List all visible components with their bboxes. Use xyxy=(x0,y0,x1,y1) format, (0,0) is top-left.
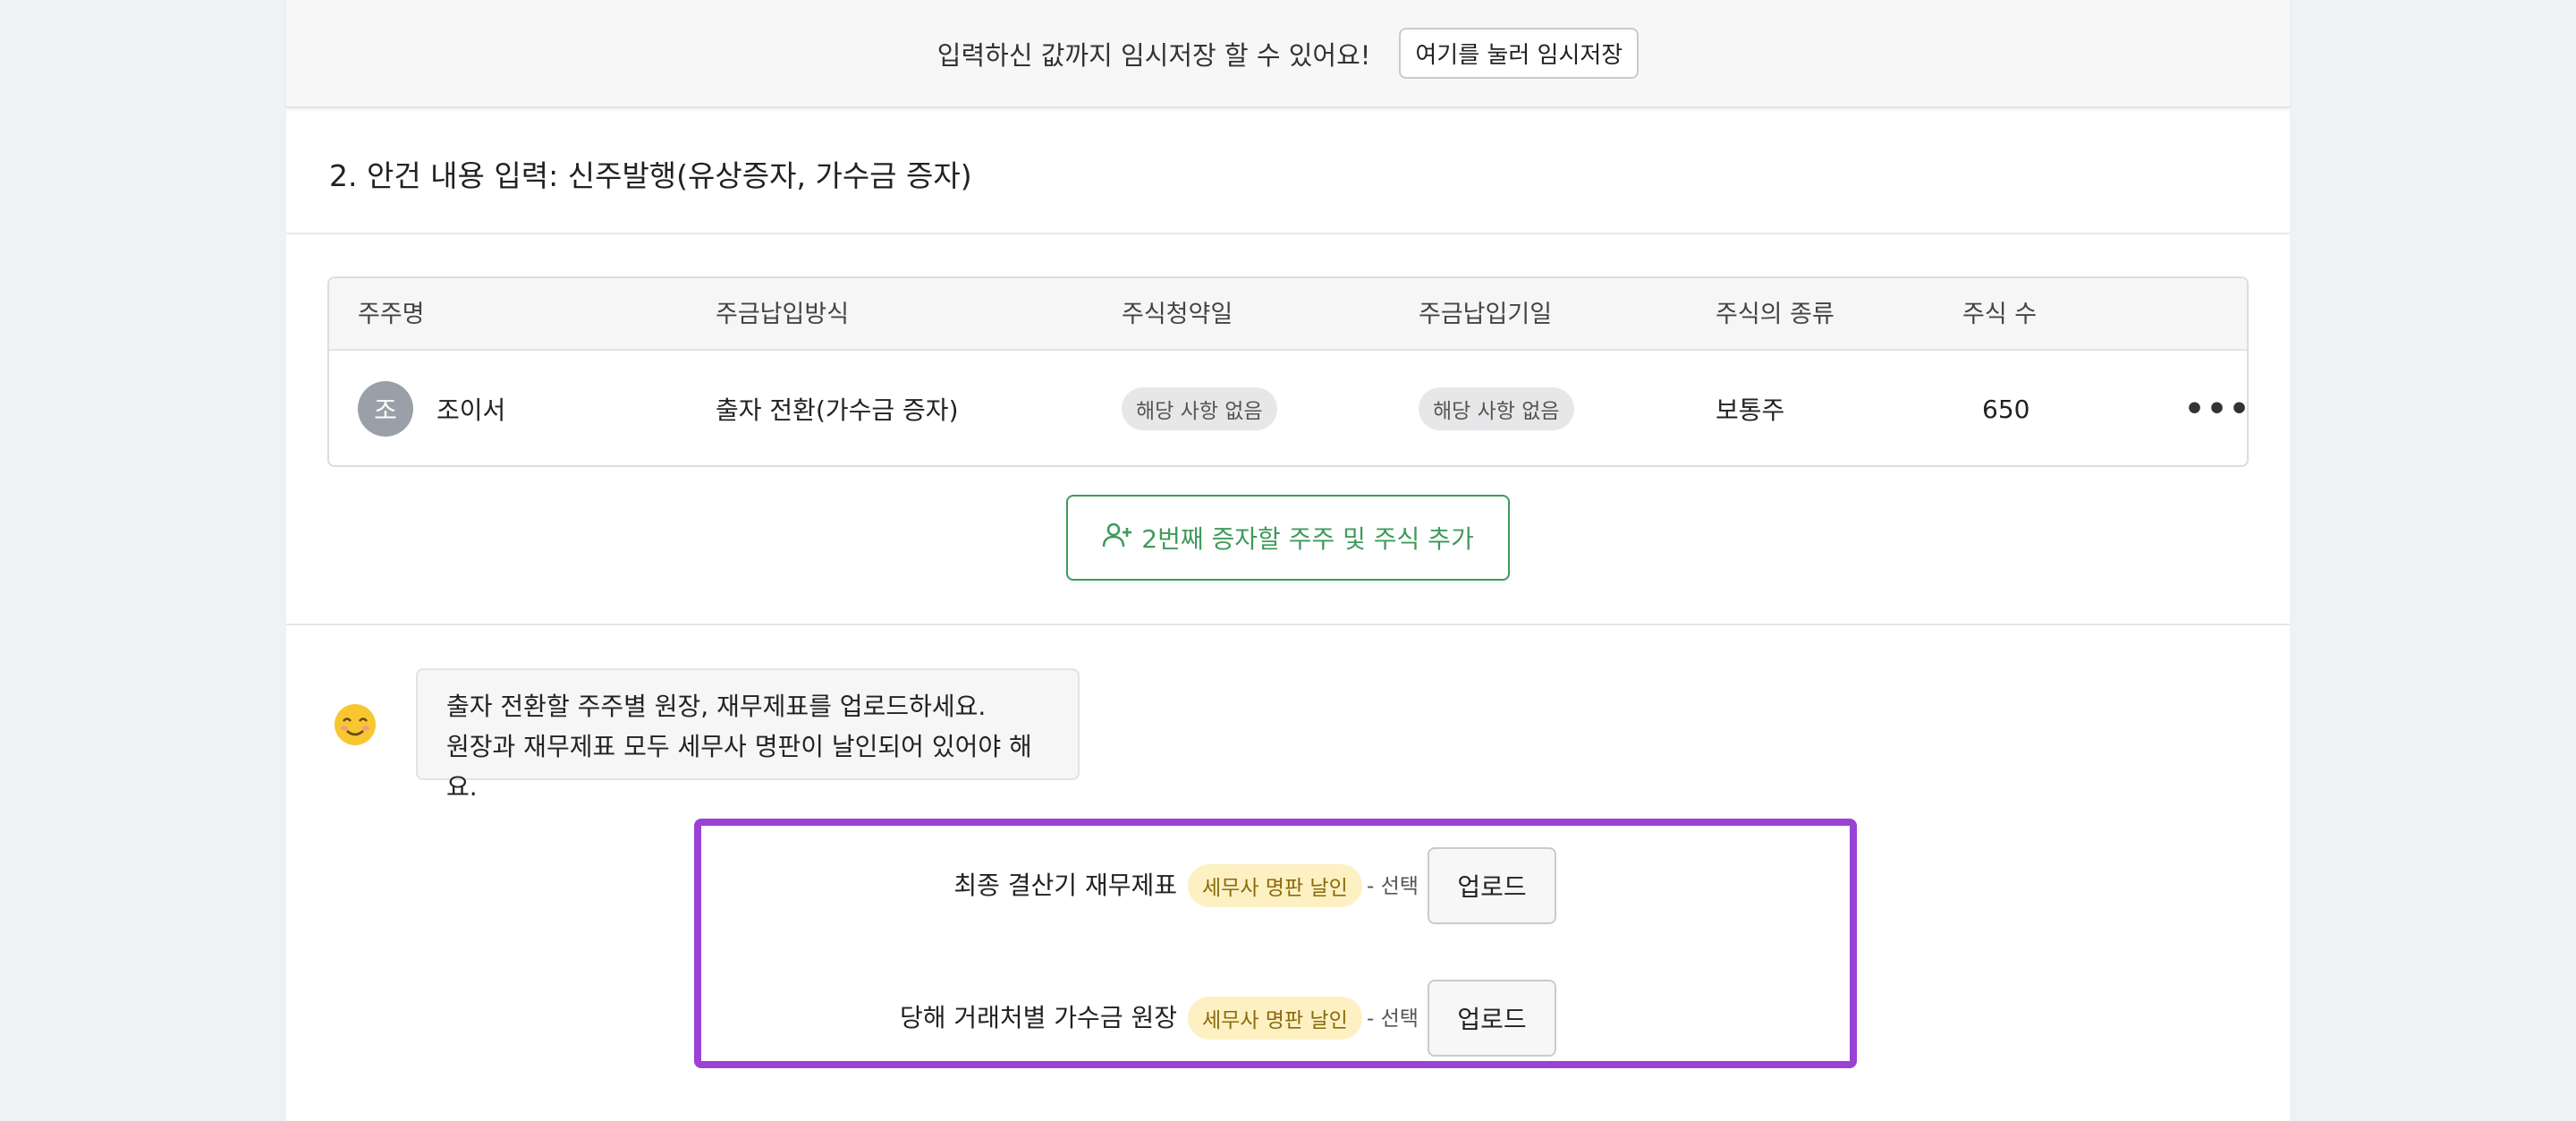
section-divider xyxy=(286,233,2290,234)
upload-row-ledger: 당해 거래처별 가수금 원장 세무사 명판 날인 - 선택 업로드 xyxy=(701,976,1850,1057)
table-row: 조 조이서 출자 전환(가수금 증자) 해당 사항 없음 해당 사항 없음 보통… xyxy=(329,351,2247,465)
row-more-icon[interactable]: ••• xyxy=(2184,351,2247,465)
header-payment-due-date: 주금납입기일 xyxy=(1419,301,1553,328)
avatar: 조 xyxy=(358,381,413,437)
temp-save-bar: 입력하신 값까지 임시저장 할 수 있어요! 여기를 눌러 임시저장 xyxy=(286,0,2290,108)
guide-divider xyxy=(286,624,2290,625)
guide-line-2: 원장과 재무제표 모두 세무사 명판이 날인되어 있어야 해요. xyxy=(446,732,1032,802)
seal-badge: 세무사 명판 날인 xyxy=(1188,864,1362,907)
user-plus-icon xyxy=(1102,522,1132,555)
upload-label: 당해 거래처별 가수금 원장 xyxy=(899,1003,1177,1032)
header-share-count: 주식 수 xyxy=(1962,301,2038,328)
shareholder-cell: 조 조이서 xyxy=(358,351,506,465)
main-page: 입력하신 값까지 임시저장 할 수 있어요! 여기를 눌러 임시저장 2. 안건… xyxy=(286,0,2290,1121)
upload-financial-statements-button[interactable]: 업로드 xyxy=(1428,847,1556,924)
payment-method-value: 출자 전환(가수금 증자) xyxy=(716,395,959,425)
payment-due-date-pill: 해당 사항 없음 xyxy=(1419,387,1574,430)
payment-due-date-cell: 해당 사항 없음 xyxy=(1419,351,1574,465)
shareholder-name: 조이서 xyxy=(436,395,506,425)
optional-label: - 선택 xyxy=(1367,1007,1419,1031)
upload-row-financial-statements: 최종 결산기 재무제표 세무사 명판 날인 - 선택 업로드 xyxy=(701,844,1850,924)
header-share-type: 주식의 종류 xyxy=(1716,301,1835,328)
add-shareholder-label: 2번째 증자할 주주 및 주식 추가 xyxy=(1141,524,1474,554)
upload-ledger-button[interactable]: 업로드 xyxy=(1428,980,1556,1057)
shareholder-table: 주주명 주금납입방식 주식청약일 주금납입기일 주식의 종류 주식 수 조 조이… xyxy=(327,276,2249,467)
temp-save-message: 입력하신 값까지 임시저장 할 수 있어요! xyxy=(936,39,1371,71)
add-shareholder-button[interactable]: 2번째 증자할 주주 및 주식 추가 xyxy=(1066,495,1510,581)
seal-badge: 세무사 명판 날인 xyxy=(1188,997,1362,1040)
subscription-date-cell: 해당 사항 없음 xyxy=(1122,351,1277,465)
optional-label: - 선택 xyxy=(1367,875,1419,898)
upload-label: 최종 결산기 재무제표 xyxy=(953,870,1177,900)
header-subscription-date: 주식청약일 xyxy=(1122,301,1233,328)
share-count-value: 650 xyxy=(1982,394,2030,424)
table-header: 주주명 주금납입방식 주식청약일 주금납입기일 주식의 종류 주식 수 xyxy=(329,278,2247,351)
header-payment-method: 주금납입방식 xyxy=(716,301,850,328)
section-title: 2. 안건 내용 입력: 신주발행(유상증자, 가수금 증자) xyxy=(329,158,972,193)
smiling-face-icon xyxy=(333,702,377,747)
temp-save-button[interactable]: 여기를 눌러 임시저장 xyxy=(1399,28,1640,79)
guide-line-1: 출자 전환할 주주별 원장, 재무제표를 업로드하세요. xyxy=(446,692,987,721)
guide-message-bubble: 출자 전환할 주주별 원장, 재무제표를 업로드하세요. 원장과 재무제표 모두… xyxy=(416,668,1080,802)
header-shareholder-name: 주주명 xyxy=(358,301,425,328)
share-type-value: 보통주 xyxy=(1716,395,1785,425)
subscription-date-pill: 해당 사항 없음 xyxy=(1122,387,1277,430)
upload-section: 최종 결산기 재무제표 세무사 명판 날인 - 선택 업로드 당해 거래처별 가… xyxy=(694,819,1857,1068)
